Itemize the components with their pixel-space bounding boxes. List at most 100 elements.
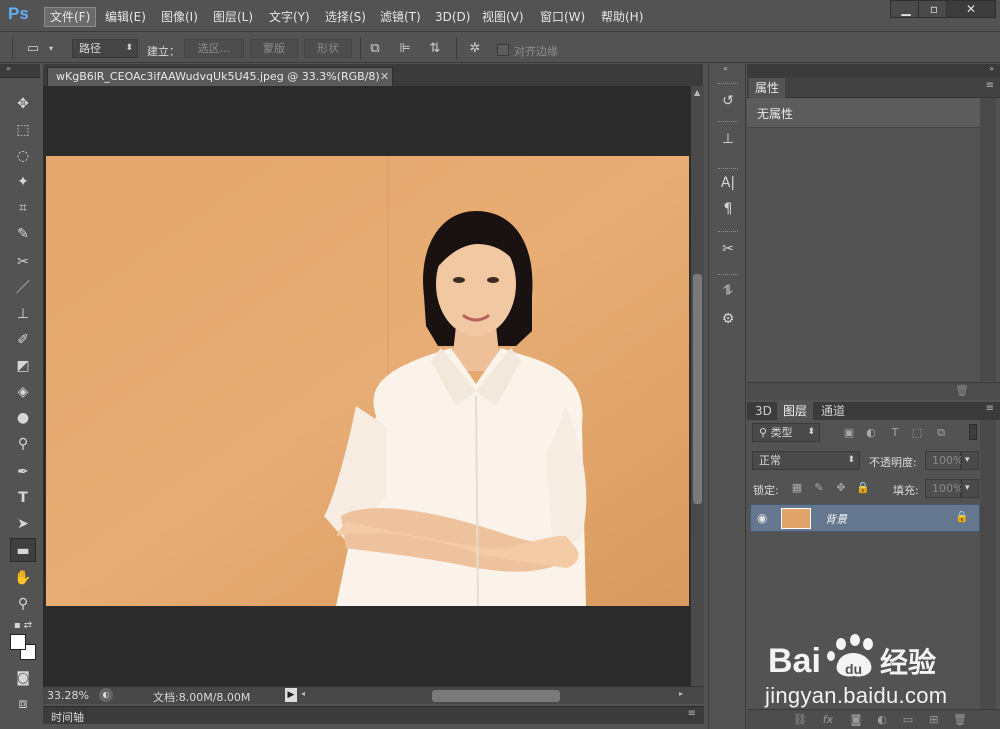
adjustment-layer-icon[interactable]: ◐ <box>873 712 891 728</box>
status-info-icon[interactable]: ◐ <box>99 688 113 702</box>
screen-mode-icon[interactable]: ⧈ <box>10 692 36 716</box>
scroll-left-icon[interactable]: ◂ <box>301 689 305 698</box>
tool-preset-dropdown-icon[interactable]: ▾ <box>46 40 56 58</box>
menu-3d[interactable]: 3D(D) <box>430 7 475 27</box>
trash-icon[interactable]: 🗑 <box>955 384 969 397</box>
tab-channels[interactable]: 通道 <box>815 402 851 420</box>
menu-file[interactable]: 文件(F) <box>44 7 97 27</box>
pixel-filter-icon[interactable]: ▣ <box>841 425 857 441</box>
close-icon[interactable]: ✕ <box>946 0 996 18</box>
path-arrangement-icon[interactable]: ⇅ <box>426 40 444 58</box>
timeline-panel-bar[interactable]: 时间轴 ≡ <box>43 706 704 724</box>
shape-button[interactable]: 形状 <box>304 39 352 58</box>
menu-layer[interactable]: 图层(L) <box>208 7 258 27</box>
menu-type[interactable]: 文字(Y) <box>264 7 315 27</box>
opacity-input[interactable]: 100% <box>925 451 963 470</box>
lock-transparent-icon[interactable]: ▦ <box>789 480 805 496</box>
clone-source-panel-icon[interactable]: ⊥ <box>717 128 739 150</box>
collapse-panels-icon[interactable]: » <box>989 64 994 73</box>
blur-tool-icon[interactable]: ● <box>10 406 36 430</box>
properties-scrollbar[interactable] <box>980 98 996 381</box>
document-image[interactable] <box>46 156 689 606</box>
foreground-color-swatch[interactable] <box>10 634 26 650</box>
dodge-tool-icon[interactable]: ⚲ <box>10 432 36 456</box>
new-layer-icon[interactable]: ⊞ <box>925 712 943 728</box>
vertical-scroll-thumb[interactable] <box>693 274 702 504</box>
dock-grip[interactable] <box>718 83 738 86</box>
menu-filter[interactable]: 滤镜(T) <box>375 7 426 27</box>
shape-filter-icon[interactable]: ⬚ <box>909 425 925 441</box>
panel-menu-icon[interactable]: ≡ <box>986 403 994 414</box>
panel-header[interactable]: » <box>747 64 1000 78</box>
menu-window[interactable]: 窗口(W) <box>535 7 590 27</box>
fx-icon[interactable]: fx <box>819 712 837 728</box>
lock-all-icon[interactable]: 🔒 <box>855 480 871 496</box>
menu-view[interactable]: 视图(V) <box>477 7 529 27</box>
move-tool-icon[interactable]: ✥ <box>10 92 36 116</box>
history-brush-tool-icon[interactable]: ✐ <box>10 328 36 352</box>
scroll-up-icon[interactable]: ▲ <box>694 88 700 97</box>
fill-input[interactable]: 100% <box>925 479 963 498</box>
fill-dropdown-icon[interactable]: ▾ <box>961 479 979 498</box>
tab-properties[interactable]: 属性 <box>749 78 786 98</box>
brush-presets-panel-icon[interactable]: ⚙ <box>717 308 739 330</box>
gear-icon[interactable]: ✲ <box>466 40 484 58</box>
menu-image[interactable]: 图像(I) <box>156 7 203 27</box>
layer-row-background[interactable]: ◉ 背景 🔒 <box>750 504 980 532</box>
paragraph-panel-icon[interactable]: ¶ <box>717 198 739 220</box>
lock-pixels-icon[interactable]: ✎ <box>811 480 827 496</box>
tool-presets-panel-icon[interactable]: ✂ <box>717 238 739 260</box>
toolbox-header[interactable]: » <box>0 64 40 78</box>
zoom-level[interactable]: 33.28% <box>47 689 89 702</box>
lock-position-icon[interactable]: ✥ <box>833 480 849 496</box>
opacity-dropdown-icon[interactable]: ▾ <box>961 451 979 470</box>
rectangle-tool-icon[interactable]: ▬ <box>10 538 36 562</box>
dock-grip[interactable] <box>718 274 738 277</box>
mode-select[interactable]: 路径 ⬍ <box>72 39 138 58</box>
path-alignment-icon[interactable]: ⊫ <box>396 40 414 58</box>
horizontal-scroll-thumb[interactable] <box>432 690 560 702</box>
add-mask-icon[interactable]: ◙ <box>847 712 865 728</box>
character-panel-icon[interactable]: A| <box>717 172 739 194</box>
close-tab-icon[interactable]: ✕ <box>380 68 392 86</box>
timeline-label[interactable]: 时间轴 <box>51 709 84 725</box>
pen-tool-icon[interactable]: ✒ <box>10 460 36 484</box>
marquee-tool-icon[interactable]: ⬚ <box>10 118 36 142</box>
tab-3d[interactable]: 3D <box>749 402 778 420</box>
menu-help[interactable]: 帮助(H) <box>596 7 648 27</box>
visibility-eye-icon[interactable]: ◉ <box>757 511 767 525</box>
magic-wand-tool-icon[interactable]: ✦ <box>10 170 36 194</box>
scroll-right-icon[interactable]: ▸ <box>679 689 683 698</box>
filter-toggle[interactable] <box>969 424 977 440</box>
type-tool-icon[interactable]: T <box>10 486 36 510</box>
new-group-icon[interactable]: ▭ <box>899 712 917 728</box>
hand-tool-icon[interactable]: ✋ <box>10 566 36 590</box>
dock-grip[interactable] <box>718 168 738 171</box>
path-operations-icon[interactable]: ⧉ <box>366 40 384 58</box>
vertical-scrollbar[interactable]: ▲ <box>690 86 704 686</box>
expand-dock-icon[interactable]: « <box>723 64 728 73</box>
eyedropper-tool-icon[interactable]: ✎ <box>10 222 36 246</box>
quick-mask-icon[interactable]: ◙ <box>10 666 36 690</box>
status-menu-arrow-icon[interactable]: ▶ <box>285 688 297 702</box>
type-filter-icon[interactable]: T <box>887 425 903 441</box>
rectangle-shape-icon[interactable]: ▭ <box>24 40 42 58</box>
mask-button[interactable]: 蒙版 <box>250 39 298 58</box>
panel-menu-icon[interactable]: ≡ <box>986 80 994 91</box>
lasso-tool-icon[interactable]: ◌ <box>10 144 36 168</box>
brush-panel-icon[interactable]: ⥮ <box>717 280 739 302</box>
panel-menu-icon[interactable]: ≡ <box>688 708 696 719</box>
trash-icon[interactable]: 🗑 <box>951 712 969 728</box>
history-panel-icon[interactable]: ↺ <box>717 90 739 112</box>
path-selection-tool-icon[interactable]: ➤ <box>10 512 36 536</box>
layer-filter-select[interactable]: ⚲ 类型 ⬍ <box>752 423 820 442</box>
dock-grip[interactable] <box>718 121 738 124</box>
eraser-tool-icon[interactable]: ◩ <box>10 354 36 378</box>
adjustment-filter-icon[interactable]: ◐ <box>863 425 879 441</box>
zoom-tool-icon[interactable]: ⚲ <box>10 592 36 616</box>
align-edges-checkbox[interactable] <box>497 44 509 56</box>
smart-object-filter-icon[interactable]: ⧉ <box>933 425 949 441</box>
menu-select[interactable]: 选择(S) <box>320 7 371 27</box>
color-swatches[interactable] <box>10 634 36 662</box>
crop-tool-icon[interactable]: ⌗ <box>10 196 36 220</box>
